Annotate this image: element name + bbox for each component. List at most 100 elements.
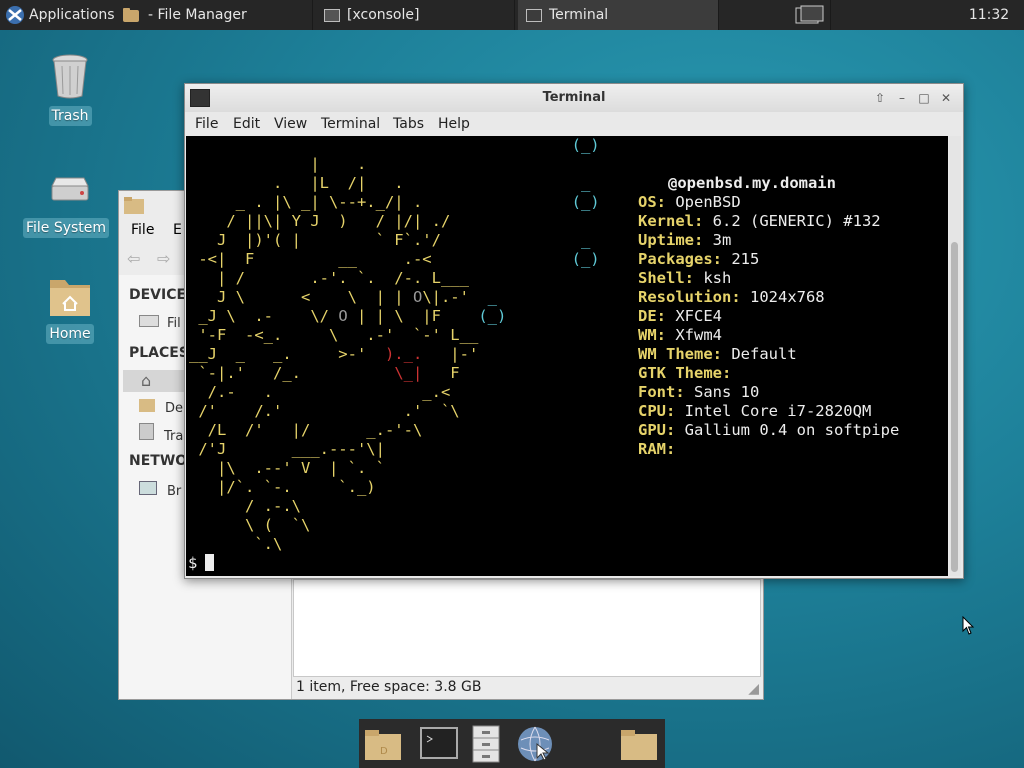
info-wm: WM: Xfwm4 <box>638 326 722 344</box>
back-arrow-icon[interactable]: ⇦ <box>127 249 140 268</box>
terminal-window[interactable]: Terminal ⇧ – □ ✕ File Edit View Terminal… <box>184 83 964 579</box>
shell-prompt[interactable]: $ <box>188 554 215 573</box>
info-font: Font: Sans 10 <box>638 383 760 401</box>
info-wm-theme: WM Theme: Default <box>638 345 797 363</box>
info-packages: Packages: 215 <box>638 250 760 268</box>
sidebar-item-label: Fil <box>167 316 181 331</box>
terminal-titlebar[interactable]: Terminal ⇧ – □ ✕ <box>185 84 963 112</box>
terminal-output[interactable]: (_) | . . |L /| . _ _ . |\ _| \--+._/| .… <box>186 136 948 576</box>
shade-button[interactable]: ⇧ <box>871 89 889 107</box>
info-shell: Shell: ksh <box>638 269 732 287</box>
openbsd-puffy-ascii-art: (_) | . . |L /| . _ _ . |\ _| \--+._/| .… <box>189 136 600 553</box>
text-cursor <box>205 554 215 571</box>
terminal-scrollbar[interactable] <box>949 136 961 576</box>
terminal-icon <box>420 727 458 759</box>
applications-menu-button[interactable]: Applications <box>4 0 115 30</box>
terminal-icon <box>526 8 542 22</box>
dock-home-folder[interactable] <box>619 724 659 764</box>
applications-label: Applications <box>29 7 115 23</box>
menu-file[interactable]: File <box>131 222 154 238</box>
menu-help[interactable]: Help <box>438 116 470 132</box>
home-folder-icon <box>50 280 90 316</box>
workspace-icon <box>795 5 824 24</box>
taskbar-xconsole[interactable]: [xconsole] <box>316 0 515 30</box>
resize-grip-icon[interactable]: ◢ <box>748 681 759 697</box>
folder-icon: D <box>365 730 401 760</box>
window-icon <box>324 8 340 22</box>
taskbar-label: - File Manager <box>148 7 247 23</box>
status-bar: 1 item, Free space: 3.8 GB <box>296 679 482 695</box>
sidebar-item-label: Tra <box>164 429 184 444</box>
window-title: Terminal <box>542 90 606 105</box>
mouse-pointer-icon <box>962 616 975 635</box>
info-cpu: CPU: Intel Core i7-2820QM <box>638 402 872 420</box>
desktop-icon-label: Trash <box>48 106 92 126</box>
info-kernel: Kernel: 6.2 (GENERIC) #132 <box>638 212 881 230</box>
home-icon: ⌂ <box>141 371 152 390</box>
info-gtk-theme: GTK Theme: <box>638 364 732 382</box>
desktop-icon-trash[interactable]: Trash <box>25 52 115 126</box>
dock-web-browser[interactable] <box>515 724 555 764</box>
menu-edit[interactable]: Edit <box>233 116 260 132</box>
dock-file-cabinet[interactable] <box>467 724 507 764</box>
folder-icon <box>123 8 139 22</box>
network-header: NETWO <box>129 453 188 469</box>
info-de: DE: XFCE4 <box>638 307 722 325</box>
drive-icon <box>139 315 159 327</box>
network-icon <box>139 481 157 495</box>
sidebar-item-home[interactable]: ⌂ <box>123 370 187 392</box>
workspace-switcher[interactable] <box>792 0 828 30</box>
panel-spacer <box>830 0 945 30</box>
sidebar-item-label: Br <box>167 484 182 499</box>
system-info: @openbsd.my.domain OS: OpenBSD Kernel: 6… <box>638 174 899 459</box>
info-os: OS: OpenBSD <box>638 193 741 211</box>
info-resolution: Resolution: 1024x768 <box>638 288 825 306</box>
scrollbar-thumb[interactable] <box>951 242 958 572</box>
info-ram: RAM: <box>638 440 676 458</box>
dock-panel: D <box>359 719 665 768</box>
folder-icon <box>621 730 657 760</box>
devices-header: DEVICE <box>129 287 187 303</box>
info-gpu: GPU: Gallium 0.4 on softpipe <box>638 421 900 439</box>
maximize-button[interactable]: □ <box>915 89 933 107</box>
svg-text:D: D <box>380 746 388 757</box>
xfce-logo-icon <box>6 6 24 24</box>
menu-tabs[interactable]: Tabs <box>393 116 424 132</box>
sidebar-item-label: De <box>165 401 184 416</box>
sidebar-item-browse-network[interactable]: Br <box>139 481 181 499</box>
file-cabinet-icon <box>472 725 500 763</box>
sidebar-item-file-system[interactable]: Fil <box>139 315 181 331</box>
desktop-icon-home[interactable]: Home <box>25 274 115 344</box>
taskbar-label: Terminal <box>549 7 609 23</box>
close-button[interactable]: ✕ <box>937 89 955 107</box>
clock[interactable]: 11:32 <box>954 0 1024 30</box>
sidebar-item-desktop[interactable]: De <box>139 399 183 416</box>
dock-file-manager[interactable]: D <box>363 724 403 764</box>
trash-icon <box>52 54 88 99</box>
taskbar-label: [xconsole] <box>347 7 420 23</box>
hostname: @openbsd.my.domain <box>668 174 836 192</box>
home-folder-icon <box>124 197 144 214</box>
desktop-icon-file-system[interactable]: File System <box>22 172 115 238</box>
desktop-icon-label: Home <box>46 324 94 344</box>
taskbar-terminal[interactable]: Terminal <box>518 0 719 30</box>
minimize-button[interactable]: – <box>893 89 911 107</box>
menu-edit[interactable]: E <box>173 222 182 238</box>
file-list-area[interactable] <box>293 579 761 677</box>
forward-arrow-icon[interactable]: ⇨ <box>157 249 170 268</box>
top-panel: Applications - File Manager [xconsole] T… <box>0 0 1024 30</box>
trash-icon <box>139 423 154 440</box>
desktop-icon-label: File System <box>22 218 110 238</box>
terminal-menubar: File Edit View Terminal Tabs Help <box>185 112 963 136</box>
hard-drive-icon <box>51 177 89 201</box>
places-header: PLACES <box>129 345 189 361</box>
menu-file[interactable]: File <box>195 116 218 132</box>
globe-icon <box>518 726 552 762</box>
menu-view[interactable]: View <box>274 116 307 132</box>
desktop-folder-icon <box>139 399 155 412</box>
sidebar-item-trash[interactable]: Tra <box>139 423 183 444</box>
info-uptime: Uptime: 3m <box>638 231 732 249</box>
menu-terminal[interactable]: Terminal <box>321 116 380 132</box>
dock-terminal[interactable] <box>419 724 459 764</box>
taskbar-file-manager[interactable]: - File Manager <box>116 0 313 30</box>
